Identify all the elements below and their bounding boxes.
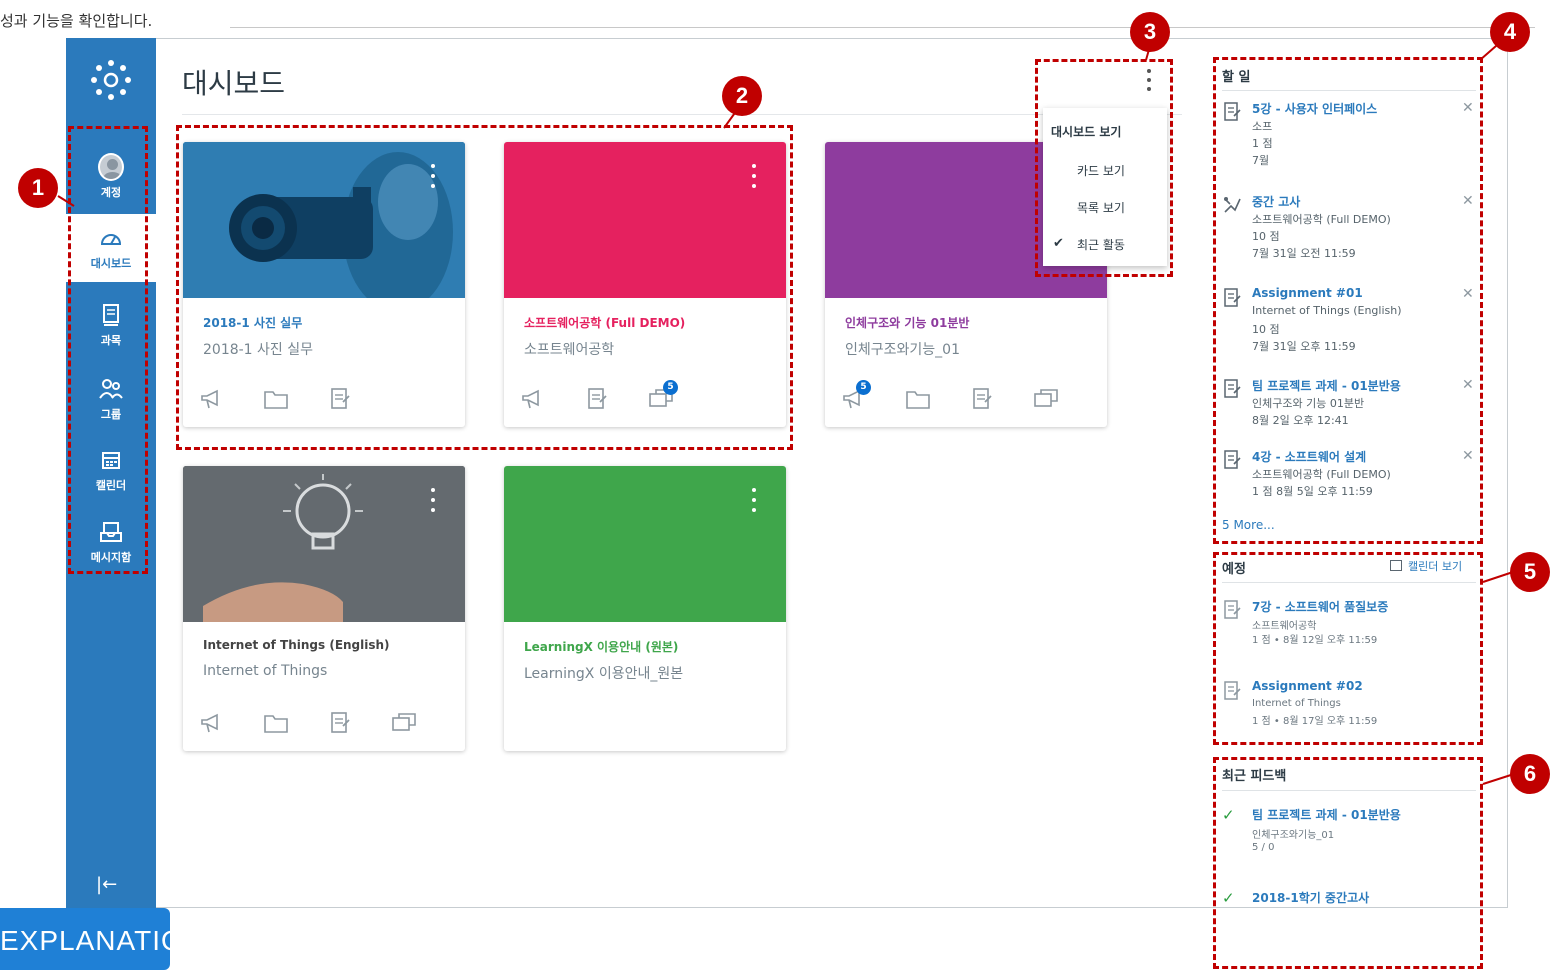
marker-6: 6 (1510, 754, 1550, 794)
explanation-button[interactable]: EXPLANATION (0, 908, 170, 970)
annotation-leader-lines (57, 45, 1515, 785)
marker-4: 4 (1490, 12, 1530, 52)
marker-5: 5 (1510, 552, 1550, 592)
marker-2: 2 (722, 76, 762, 116)
screenshot-stage: 성과 기능을 확인합니다. 계정 대시보드 과목 그룹 캘린더 메시지함 |← … (0, 0, 1551, 970)
marker-1: 1 (18, 168, 58, 208)
marker-3: 3 (1130, 12, 1170, 52)
